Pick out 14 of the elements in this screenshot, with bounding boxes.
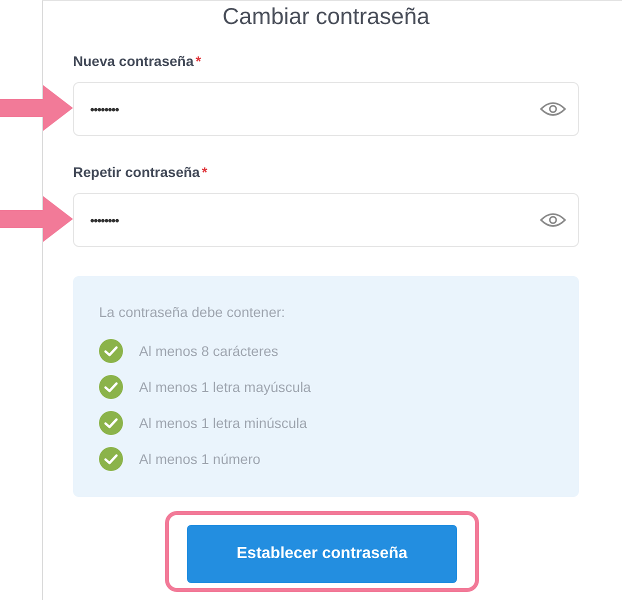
required-mark: * — [202, 164, 208, 180]
required-mark: * — [196, 53, 202, 69]
eye-icon[interactable] — [540, 101, 566, 117]
page-title: Cambiar contraseña — [221, 2, 431, 31]
requirement-text: Al menos 1 letra mayúscula — [139, 379, 311, 395]
requirements-heading: La contraseña debe contener: — [99, 304, 286, 320]
password-field[interactable]: •••••••• — [73, 193, 579, 247]
password-field[interactable]: •••••••• — [73, 82, 579, 136]
requirement-text: Al menos 1 letra minúscula — [139, 415, 308, 431]
requirement-text: Al menos 8 carácteres — [139, 343, 278, 359]
eye-icon[interactable] — [540, 212, 566, 228]
field-label: Nueva contraseña — [73, 53, 194, 69]
requirement-text: Al menos 1 número — [139, 451, 260, 467]
field-label: Repetir contraseña — [73, 164, 200, 180]
